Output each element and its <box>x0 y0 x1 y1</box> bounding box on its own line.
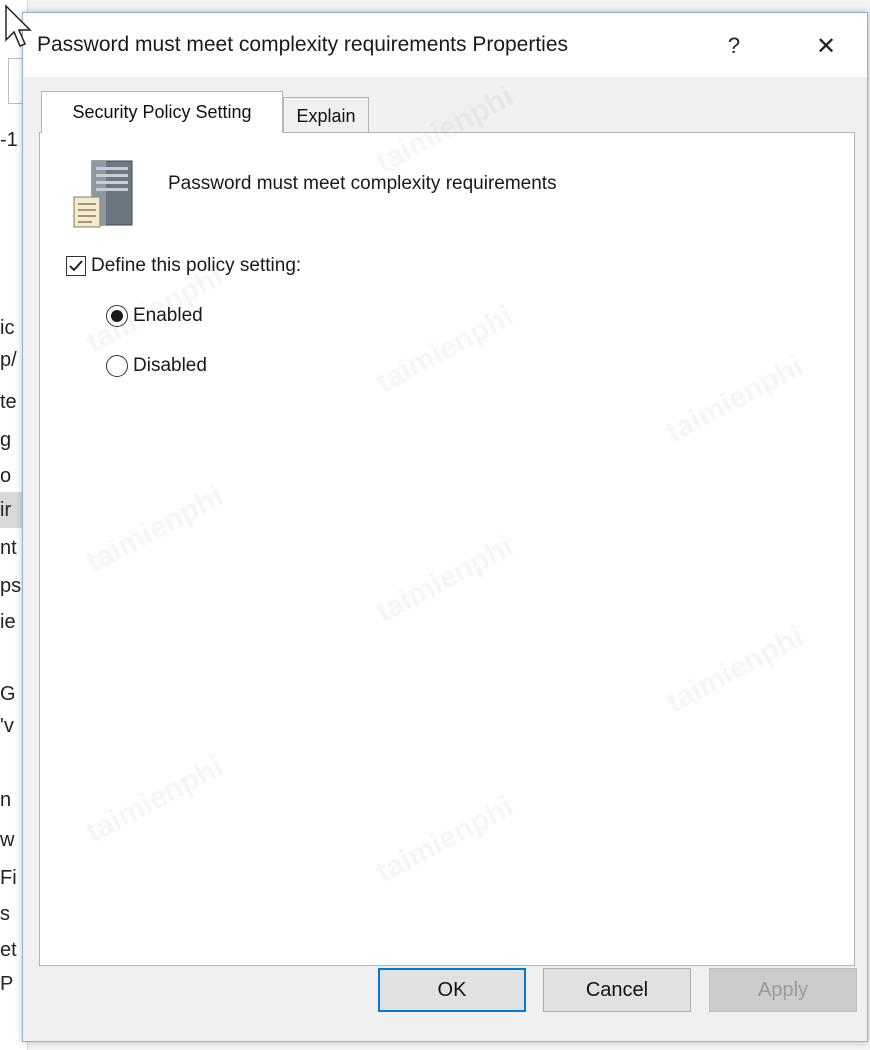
title-bar[interactable]: Password must meet complexity requiremen… <box>23 13 867 77</box>
disabled-label: Disabled <box>133 355 207 376</box>
tab-explain[interactable]: Explain <box>283 97 369 135</box>
watermark: taimienphi <box>371 300 519 400</box>
watermark: taimienphi <box>371 80 519 180</box>
tab-label: Explain <box>296 106 356 126</box>
watermark: taimienphi <box>371 790 519 890</box>
properties-dialog: Password must meet complexity requiremen… <box>22 12 868 1042</box>
policy-name: Password must meet complexity requiremen… <box>168 173 557 194</box>
watermark: taimienphi <box>661 350 809 450</box>
watermark: taimienphi <box>81 750 229 850</box>
enabled-radio[interactable] <box>106 305 128 327</box>
disabled-radio[interactable] <box>106 355 128 377</box>
tab-label: Security Policy Setting <box>72 102 252 122</box>
ok-button[interactable]: OK <box>378 968 526 1012</box>
radio-selected-dot <box>111 310 123 322</box>
server-policy-icon <box>73 160 133 228</box>
help-button[interactable]: ? <box>711 25 757 67</box>
define-policy-checkbox-row[interactable]: Define this policy setting: <box>66 255 301 277</box>
dialog-title: Password must meet complexity requiremen… <box>37 33 569 56</box>
enabled-option[interactable]: Enabled <box>106 305 203 327</box>
mouse-cursor-icon <box>5 4 32 47</box>
define-policy-label: Define this policy setting: <box>91 255 302 276</box>
watermark: taimienphi <box>81 480 229 580</box>
checkmark-icon <box>69 260 83 272</box>
enabled-label: Enabled <box>133 305 203 326</box>
apply-button[interactable]: Apply <box>709 968 857 1012</box>
tab-security-policy-setting[interactable]: Security Policy Setting <box>41 91 283 133</box>
define-policy-checkbox[interactable] <box>66 256 86 276</box>
watermark: taimienphi <box>371 530 519 630</box>
security-policy-setting-page: taimienphi taimienphi taimienphi taimien… <box>39 132 855 966</box>
disabled-option[interactable]: Disabled <box>106 355 207 377</box>
watermark: taimienphi <box>661 620 809 720</box>
close-button[interactable]: ✕ <box>803 25 849 67</box>
close-icon: ✕ <box>815 32 837 60</box>
cancel-button[interactable]: Cancel <box>543 968 691 1012</box>
help-icon: ? <box>727 33 741 58</box>
